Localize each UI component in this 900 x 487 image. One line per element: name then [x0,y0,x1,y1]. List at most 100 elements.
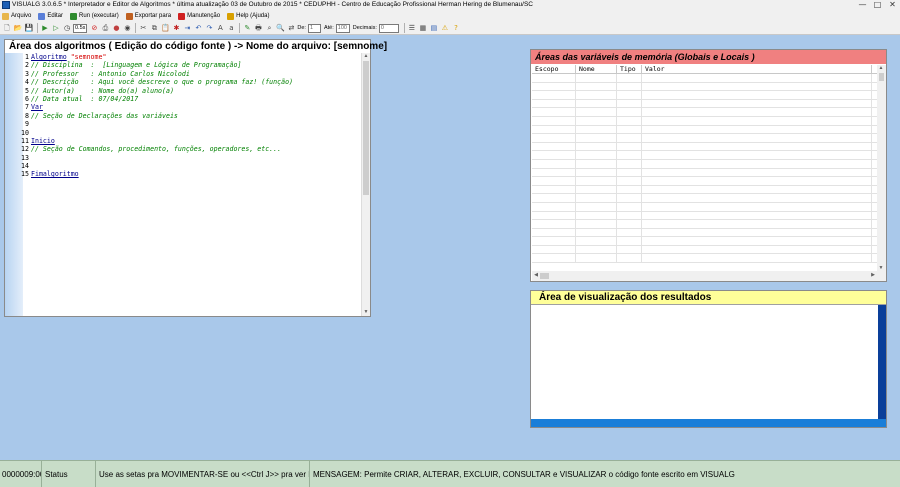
results-horizontal-scrollbar[interactable] [531,419,886,427]
find-icon[interactable]: ⌕ [264,23,274,33]
watch-icon[interactable]: ◉ [122,23,132,33]
replace-icon[interactable]: ⇄ [286,23,296,33]
column-header-nome[interactable]: Nome [576,65,617,73]
table-row[interactable] [532,134,877,143]
column-header-tipo[interactable]: Tipo [617,65,642,73]
table-row[interactable] [532,159,877,169]
folder-icon [2,12,9,20]
table-row[interactable] [532,142,877,152]
timer-icon[interactable]: ◷ [62,23,72,33]
table-row[interactable] [532,168,877,178]
table-row[interactable] [532,245,877,255]
decimais-input[interactable]: 0 [378,23,399,33]
table-row[interactable] [532,185,877,195]
indent-icon[interactable]: ⇥ [182,23,192,33]
table-cell [642,177,872,185]
table-cell [642,211,872,220]
copy-icon[interactable]: ⧉ [149,23,159,33]
minimize-button[interactable]: — [855,0,870,10]
calculator-icon[interactable]: ▦ [418,23,428,33]
table-row[interactable] [532,211,877,221]
table-row[interactable] [532,254,877,264]
menu-item-label: Help (Ajuda) [236,13,270,19]
table-row[interactable] [532,108,877,117]
table-cell [576,159,617,168]
de-input[interactable]: 1 [307,23,321,33]
list-icon[interactable]: ☰ [407,23,417,33]
edit-icon [38,12,46,20]
memory-horizontal-scrollbar[interactable]: ◀ ▶ [532,271,886,281]
memory-vertical-scrollbar[interactable]: ▲ ▼ [877,65,886,271]
stop-icon[interactable]: ⊘ [89,23,99,33]
undo-icon[interactable]: ↶ [193,23,203,33]
zoom-icon[interactable]: 🔍 [275,23,285,33]
open-file-icon[interactable]: 📂 [13,23,23,33]
editor-scroll-thumb[interactable] [363,61,369,195]
print-icon[interactable]: ⎙ [100,23,110,33]
memory-table[interactable]: Escopo Nome Tipo Valor [532,65,877,271]
code-text: // Autor(a) : Nome do(a) aluno(a) [31,87,174,95]
menu-item-editar[interactable]: Editar [38,12,63,20]
table-row[interactable] [532,237,877,246]
redo-icon[interactable]: ↷ [204,23,214,33]
table-row[interactable] [532,202,877,212]
code-area[interactable]: 1 Algoritmo "semnome" 2// Disciplina : [Li… [5,53,361,316]
memory-hscroll-thumb[interactable] [540,273,549,279]
line-number: 3 [25,69,29,78]
print-preview-icon[interactable]: 🖶 [253,23,263,33]
save-file-icon[interactable]: 💾 [24,23,34,33]
de-label: De: [297,25,306,31]
menu-item-exportar[interactable]: Exportar para [125,12,171,20]
scroll-down-icon[interactable]: ▼ [362,309,370,316]
maximize-button[interactable]: □ [870,0,885,10]
table-row[interactable] [532,177,877,186]
warning-icon[interactable]: ⚠ [440,23,450,33]
table-row[interactable] [532,116,877,126]
table-row[interactable] [532,151,877,160]
table-cell [576,125,617,134]
comment-icon[interactable]: ✎ [242,23,252,33]
table-row[interactable] [532,91,877,100]
column-header-valor[interactable]: Valor [642,65,872,73]
new-file-icon[interactable]: 🗋 [2,23,12,33]
breakpoint-icon[interactable]: ● [111,23,121,33]
run-icon[interactable]: ▶ [40,23,50,33]
editor-vertical-scrollbar[interactable]: ▲ ▼ [361,53,370,316]
table-row[interactable] [532,82,877,92]
lowercase-icon[interactable]: a [226,23,236,33]
column-header-escopo[interactable]: Escopo [532,65,576,73]
code-editor[interactable]: 1 Algoritmo "semnome" 2// Disciplina : [Li… [5,53,370,316]
memory-scroll-thumb[interactable] [879,73,884,81]
table-row[interactable] [532,194,877,203]
step-icon[interactable]: ▷ [51,23,61,33]
code-line: 8// Seção de Declarações das variáveis [5,112,361,120]
scroll-up-icon[interactable]: ▲ [877,65,885,71]
results-output[interactable] [531,305,886,427]
close-button[interactable]: ✕ [885,0,900,10]
table-row[interactable] [532,228,877,238]
tools-icon [178,12,186,20]
table-row[interactable] [532,125,877,135]
cut-icon[interactable]: ✂ [138,23,148,33]
menu-item-manutenção[interactable]: Manutenção [178,12,220,20]
scroll-left-icon[interactable]: ◀ [532,272,540,278]
calendar-icon[interactable]: ▤ [429,23,439,33]
code-line: 13 [5,154,361,162]
table-row[interactable] [532,99,877,109]
paste-icon[interactable]: 📋 [160,23,170,33]
help-icon[interactable]: ? [451,23,461,33]
table-row[interactable] [532,220,877,229]
ate-input[interactable]: 100 [335,23,350,33]
scroll-up-icon[interactable]: ▲ [362,53,370,60]
table-cell [617,168,642,177]
format-icon[interactable]: ✱ [171,23,181,33]
menu-item-run[interactable]: Run (executar) [70,12,119,20]
results-vertical-scrollbar[interactable] [878,305,886,427]
uppercase-icon[interactable]: A [215,23,225,33]
scroll-right-icon[interactable]: ▶ [869,272,877,278]
speed-select[interactable]: 0.5s [73,23,88,33]
table-row[interactable] [532,74,877,83]
toolbar: 🗋 📂 💾 ▶ ▷ ◷ 0.5s ⊘ ⎙ ● ◉ ✂ ⧉ 📋 ✱ ⇥ ↶ ↷ A… [0,22,900,35]
menu-item-arquivo[interactable]: Arquivo [2,12,31,20]
menu-item-help[interactable]: Help (Ajuda) [227,12,270,20]
